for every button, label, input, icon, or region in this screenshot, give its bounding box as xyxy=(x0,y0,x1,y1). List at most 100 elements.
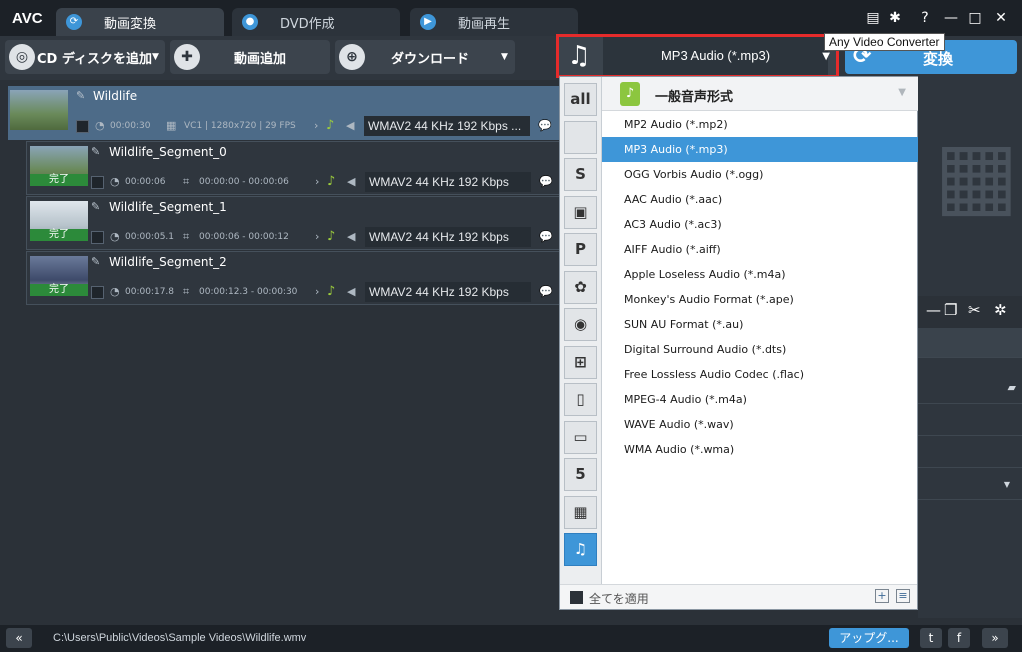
gear-icon[interactable]: ✱ xyxy=(886,9,904,27)
format-option[interactable]: AIFF Audio (*.aiff) xyxy=(602,237,918,262)
globe-download-icon: ⊕ xyxy=(339,44,365,70)
format-option[interactable]: Apple Loseless Audio (*.m4a) xyxy=(602,262,918,287)
tab-dvd-create[interactable]: ● DVD作成 xyxy=(232,8,400,36)
lg-icon[interactable]: ◉ xyxy=(564,308,597,341)
chevron-down-icon[interactable]: ▼ xyxy=(898,87,906,98)
apple-icon[interactable] xyxy=(564,120,597,154)
app-logo: AVC xyxy=(12,10,43,27)
scissors-icon[interactable]: ✂ xyxy=(968,301,981,319)
tab-video-convert[interactable]: ⟳ 動画変換 xyxy=(56,8,224,36)
chevron-down-icon[interactable]: ▼ xyxy=(501,52,508,62)
maximize-icon[interactable]: □ xyxy=(966,9,984,27)
film-icon[interactable]: ▦ xyxy=(564,495,597,529)
tv-icon[interactable]: ▭ xyxy=(564,420,597,454)
pencil-icon[interactable]: ✎ xyxy=(91,200,100,213)
duration: 00:00:17.8 xyxy=(125,287,175,297)
android-icon[interactable]: ▣ xyxy=(564,195,597,229)
checkbox[interactable] xyxy=(76,120,89,133)
checkbox[interactable] xyxy=(91,231,104,244)
pencil-icon[interactable]: ✎ xyxy=(91,145,100,158)
clock-icon: ◔ xyxy=(95,119,105,132)
subtitle-icon[interactable]: 💬 xyxy=(539,175,553,188)
output-folder-row[interactable]: ▰ xyxy=(918,374,1022,404)
chevron-right-icon[interactable]: › xyxy=(314,119,318,132)
file-name: Wildlife xyxy=(93,89,138,103)
audio-format-select[interactable]: WMAV2 44 KHz 192 Kbps ... xyxy=(364,116,530,136)
music-note-icon: ♪ xyxy=(327,229,336,244)
clock-icon: ◔ xyxy=(110,175,120,188)
format-option[interactable]: AC3 Audio (*.ac3) xyxy=(602,212,918,237)
format-option[interactable]: Free Lossless Audio Codec (.flac) xyxy=(602,362,918,387)
chevron-down-icon[interactable]: ▼ xyxy=(822,51,830,62)
help-button[interactable]: ? xyxy=(916,9,934,27)
playstation-icon[interactable]: P xyxy=(564,233,597,266)
crop-icon[interactable]: ⌗ xyxy=(183,230,189,244)
add-cd-button[interactable]: ◎ CD ディスクを追加 ▼ xyxy=(5,40,165,74)
huawei-icon[interactable]: ✿ xyxy=(564,270,597,304)
list-item-segment[interactable]: 完了 ✎ Wildlife_Segment_0 ◔ 00:00:06 ⌗ 00:… xyxy=(26,141,560,195)
audio-format-select[interactable]: WMAV2 44 KHz 192 Kbps xyxy=(365,227,531,247)
audio-format-select[interactable]: WMAV2 44 KHz 192 Kbps xyxy=(365,172,531,192)
trim-range: 00:00:00 - 00:00:06 xyxy=(199,177,289,187)
checkbox[interactable] xyxy=(91,286,104,299)
crop-icon[interactable]: ⌗ xyxy=(183,285,189,299)
twitter-icon[interactable]: t xyxy=(920,628,942,648)
audio-format-select[interactable]: WMAV2 44 KHz 192 Kbps xyxy=(365,282,531,302)
format-option[interactable]: OGG Vorbis Audio (*.ogg) xyxy=(602,162,918,187)
apply-all-checkbox[interactable] xyxy=(570,591,583,604)
crop-icon[interactable]: ⌗ xyxy=(183,175,189,189)
file-path: C:\Users\Public\Videos\Sample Videos\Wil… xyxy=(53,632,307,644)
manage-profile-icon[interactable]: ≡ xyxy=(896,589,910,603)
subtitle-icon[interactable]: 💬 xyxy=(538,119,552,132)
facebook-icon[interactable]: f xyxy=(948,628,970,648)
format-option[interactable]: MP2 Audio (*.mp2) xyxy=(602,112,918,137)
subtitle-icon[interactable]: 💬 xyxy=(539,285,553,298)
chevron-right-icon[interactable]: › xyxy=(315,230,319,243)
format-option[interactable]: SUN AU Format (*.au) xyxy=(602,312,918,337)
clock-icon: ◔ xyxy=(110,230,120,243)
close-icon[interactable]: ✕ xyxy=(992,9,1010,27)
chevron-down-icon[interactable]: ▼ xyxy=(1004,480,1010,489)
checkbox[interactable] xyxy=(91,176,104,189)
folder-icon[interactable]: ▰ xyxy=(1008,381,1016,394)
format-option[interactable]: Digital Surround Audio (*.dts) xyxy=(602,337,918,362)
format-option[interactable]: WAVE Audio (*.wav) xyxy=(602,412,918,437)
property-row[interactable]: ▼ xyxy=(918,470,1022,500)
format-option[interactable]: WMA Audio (*.wma) xyxy=(602,437,918,462)
music-note-icon[interactable]: ♫ xyxy=(564,533,597,566)
list-item-segment[interactable]: 完了 ✎ Wildlife_Segment_1 ◔ 00:00:05.1 ⌗ 0… xyxy=(26,196,560,250)
format-option[interactable]: MPEG-4 Audio (*.m4a) xyxy=(602,387,918,412)
news-icon[interactable]: ▤ xyxy=(864,9,882,27)
download-button[interactable]: ⊕ ダウンロード ▼ xyxy=(335,40,515,74)
minimize-icon[interactable]: — xyxy=(942,9,960,27)
html5-icon[interactable]: 5 xyxy=(564,458,597,491)
add-profile-icon[interactable]: + xyxy=(875,589,889,603)
output-format-select[interactable]: ♫ MP3 Audio (*.mp3) ▼ xyxy=(556,34,839,78)
format-option[interactable]: AAC Audio (*.aac) xyxy=(602,187,918,212)
list-item-main[interactable]: ✎ Wildlife ◔ 00:00:30 ▦ VC1 | 1280x720 |… xyxy=(8,86,560,140)
subtitle-icon[interactable]: 💬 xyxy=(539,230,553,243)
pencil-icon[interactable]: ✎ xyxy=(91,255,100,268)
tab-video-play[interactable]: ▶ 動画再生 xyxy=(410,8,578,36)
copy-icon[interactable]: ❐ xyxy=(944,301,957,319)
audio-file-icon: ♪ xyxy=(620,82,640,106)
windows-icon[interactable]: ⊞ xyxy=(564,345,597,379)
phone-icon[interactable]: ▯ xyxy=(564,383,597,416)
pencil-icon[interactable]: ✎ xyxy=(76,89,85,102)
magic-wand-icon[interactable]: ✲ xyxy=(994,301,1007,319)
minus-icon[interactable]: — xyxy=(926,301,941,319)
properties-header xyxy=(918,328,1022,358)
collapse-icon[interactable]: « xyxy=(6,628,32,648)
duration: 00:00:05.1 xyxy=(125,232,175,242)
list-item-segment[interactable]: 完了 ✎ Wildlife_Segment_2 ◔ 00:00:17.8 ⌗ 0… xyxy=(26,251,560,305)
chevron-right-icon[interactable]: › xyxy=(315,285,319,298)
add-video-button[interactable]: ✚ 動画追加 xyxy=(170,40,330,74)
chevron-down-icon[interactable]: ▼ xyxy=(152,52,159,62)
all-icon[interactable]: all xyxy=(564,83,597,116)
upgrade-button[interactable]: アップグ... xyxy=(829,628,909,648)
format-option[interactable]: Monkey's Audio Format (*.ape) xyxy=(602,287,918,312)
chevron-right-icon[interactable]: › xyxy=(315,175,319,188)
format-option[interactable]: MP3 Audio (*.mp3) xyxy=(602,137,918,162)
expand-icon[interactable]: » xyxy=(982,628,1008,648)
samsung-android-icon[interactable]: S xyxy=(564,158,597,191)
